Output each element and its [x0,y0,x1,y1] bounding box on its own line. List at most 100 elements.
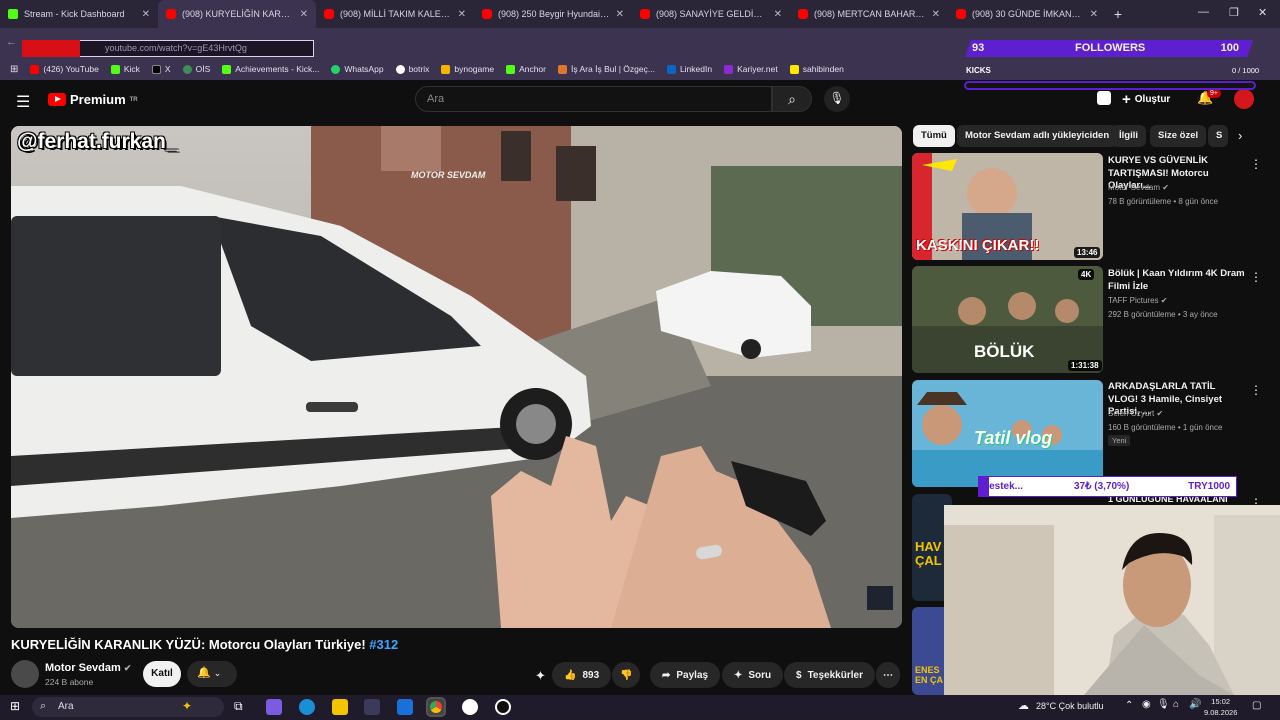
system-clock[interactable]: 15:02 9.08.2026 [1204,696,1237,718]
close-tab-icon[interactable]: ✕ [1090,9,1098,20]
kicks-value: 0 / 1000 [1232,66,1260,75]
search-button[interactable]: ⌕ [772,86,812,112]
hamburger-menu-icon[interactable]: ☰ [16,92,30,112]
bookmark-item[interactable]: sahibinden [789,64,844,74]
channel-avatar[interactable] [11,660,39,688]
app-icon[interactable] [495,699,511,715]
task-view-icon[interactable]: ⧉ [234,699,243,714]
bag-icon [558,64,567,74]
close-tab-icon[interactable]: ✕ [774,9,782,20]
like-button[interactable]: 👍 893 [552,662,612,688]
search-icon: ⌕ [788,91,796,107]
bookmark-item[interactable]: İş Ara İş Bul | Özgeç... [558,64,655,74]
voice-search-button[interactable]: 🎙 [824,86,850,112]
video-thumbnail[interactable]: KASKINI ÇIKAR!! 13:46 [912,153,1103,260]
youtube-premium-logo[interactable]: Premium TR [48,92,138,107]
browser-tab[interactable]: (908) 250 Beygir Hyundai Süre ✕ [474,0,632,28]
bookmark-item[interactable]: Achievements - Kick... [222,64,319,74]
video-title[interactable]: Bölük | Kaan Yıldırım 4K Dram Filmi İzle [1108,268,1246,293]
tray-chevron-icon[interactable]: ⌃ [1125,700,1133,711]
bookmark-item[interactable]: Kick [110,64,140,74]
account-avatar[interactable] [1234,89,1254,109]
outlook-icon[interactable] [397,699,413,715]
webcam-overlay [944,505,1280,695]
kariyer-icon [724,64,734,74]
copilot-icon[interactable] [266,699,282,715]
bookmark-item[interactable]: WhatsApp [331,64,384,74]
maximize-icon[interactable]: ❐ [1229,6,1239,19]
video-thumbnail[interactable]: Tatil vlog [912,380,1103,487]
chip-for-you[interactable]: Size özel [1150,125,1207,147]
chip-related[interactable]: İlgili [1111,125,1146,147]
chip-more[interactable]: S [1208,125,1228,147]
ask-button[interactable]: ✦ Soru [722,662,784,688]
chip-all[interactable]: Tümü [913,125,955,147]
chevron-right-icon[interactable]: › [1238,128,1242,143]
thanks-button[interactable]: $ Teşekkürler [784,662,875,688]
back-icon[interactable]: ← [6,36,17,48]
browser-tab[interactable]: (908) 30 GÜNDE İMKANSIZI BA✕ [948,0,1106,28]
browser-tab[interactable]: (908) MİLLİ TAKIM KALECİ KAN✕ [316,0,474,28]
close-tab-icon[interactable]: ✕ [142,9,150,20]
video-thumbnail[interactable]: BÖLÜK 4K 1:31:38 [912,266,1103,373]
bookmark-item[interactable]: X [151,64,171,74]
new-tab-button[interactable]: + [1106,6,1130,22]
more-icon: ⋯ [883,669,893,681]
chip-from-uploader[interactable]: Motor Sevdam adlı yükleyiciden [957,125,1118,147]
close-tab-icon[interactable]: ✕ [300,9,308,20]
subscription-bell-button[interactable]: 🔔 ⌄ [187,661,237,687]
more-options-icon[interactable]: ⋮ [1250,270,1262,284]
channel-name[interactable]: Motor Sevdam ✔ [45,662,131,674]
cast-icon[interactable] [1097,91,1111,105]
hashtag-link[interactable]: #312 [369,637,398,652]
file-explorer-icon[interactable] [332,699,348,715]
tray-app-icon[interactable]: ◉ [1142,699,1151,710]
chrome-icon[interactable] [426,697,446,717]
video-meta: 78 B görüntüleme • 8 gün önce [1108,197,1218,206]
close-tab-icon[interactable]: ✕ [458,9,466,20]
bookmark-item[interactable]: Anchor [506,64,546,74]
dislike-button[interactable]: 👎 [612,662,641,688]
copilot-sparkle-icon: ✦ [182,699,193,713]
weather-widget[interactable]: 28°C Çok bulutlu [1036,701,1104,711]
browser-tab[interactable]: (908) MERTCAN BAHAR ile CEZ✕ [790,0,948,28]
sahibinden-icon [789,64,799,74]
join-button[interactable]: Katıl [143,661,181,687]
microphone-icon[interactable]: 🎙 [1157,699,1170,710]
close-tab-icon[interactable]: ✕ [932,9,940,20]
bookmark-item[interactable]: (426) YouTube [30,64,99,74]
bookmark-item[interactable]: LinkedIn [666,64,712,74]
edge-icon[interactable] [299,699,315,715]
bookmark-item[interactable]: OİS [182,64,210,74]
more-actions-button[interactable]: ⋯ [876,662,900,688]
bookmark-item[interactable]: Kariyer.net [724,64,778,74]
bookmark-item[interactable]: botrix [395,64,429,74]
notification-center-icon[interactable]: ▢ [1252,700,1261,711]
store-icon[interactable] [364,699,380,715]
apps-grid-icon[interactable]: ⊞ [10,64,18,75]
network-icon[interactable]: ⌂ [1173,699,1179,710]
share-button[interactable]: ➦ Paylaş [650,662,721,688]
channel-name[interactable]: Motor Sevdam ✔ [1108,183,1169,192]
video-player[interactable] [11,126,902,628]
search-input[interactable]: Ara [415,86,772,112]
windows-start-icon[interactable]: ⊞ [10,699,20,713]
close-tab-icon[interactable]: ✕ [616,9,624,20]
volume-icon[interactable]: 🔊 [1189,699,1201,710]
channel-name[interactable]: TAFF Pictures ✔ [1108,296,1167,305]
minimize-icon[interactable]: — [1198,6,1209,18]
browser-tab[interactable]: (908) SANAYİYE GELDİK TOFAŞ✕ [632,0,790,28]
sparkle-icon[interactable]: ✦ [535,668,546,684]
x-icon [151,64,161,74]
close-window-icon[interactable]: ✕ [1258,6,1267,19]
create-button[interactable]: + Oluştur [1122,88,1170,110]
more-options-icon[interactable]: ⋮ [1250,157,1262,171]
taskbar-search[interactable]: ⌕ Ara [32,697,224,717]
bookmark-item[interactable]: bynogame [441,64,494,74]
browser-tab[interactable]: Stream - Kick Dashboard ✕ [0,0,158,28]
channel-name[interactable]: Selen Özyurt ✔ [1108,409,1163,418]
browser-tab[interactable]: (908) KURYELİĞİN KARANLIK YÜ✕ [158,0,316,28]
botrix-icon [395,64,405,74]
more-options-icon[interactable]: ⋮ [1250,383,1262,397]
obs-icon[interactable] [462,699,478,715]
